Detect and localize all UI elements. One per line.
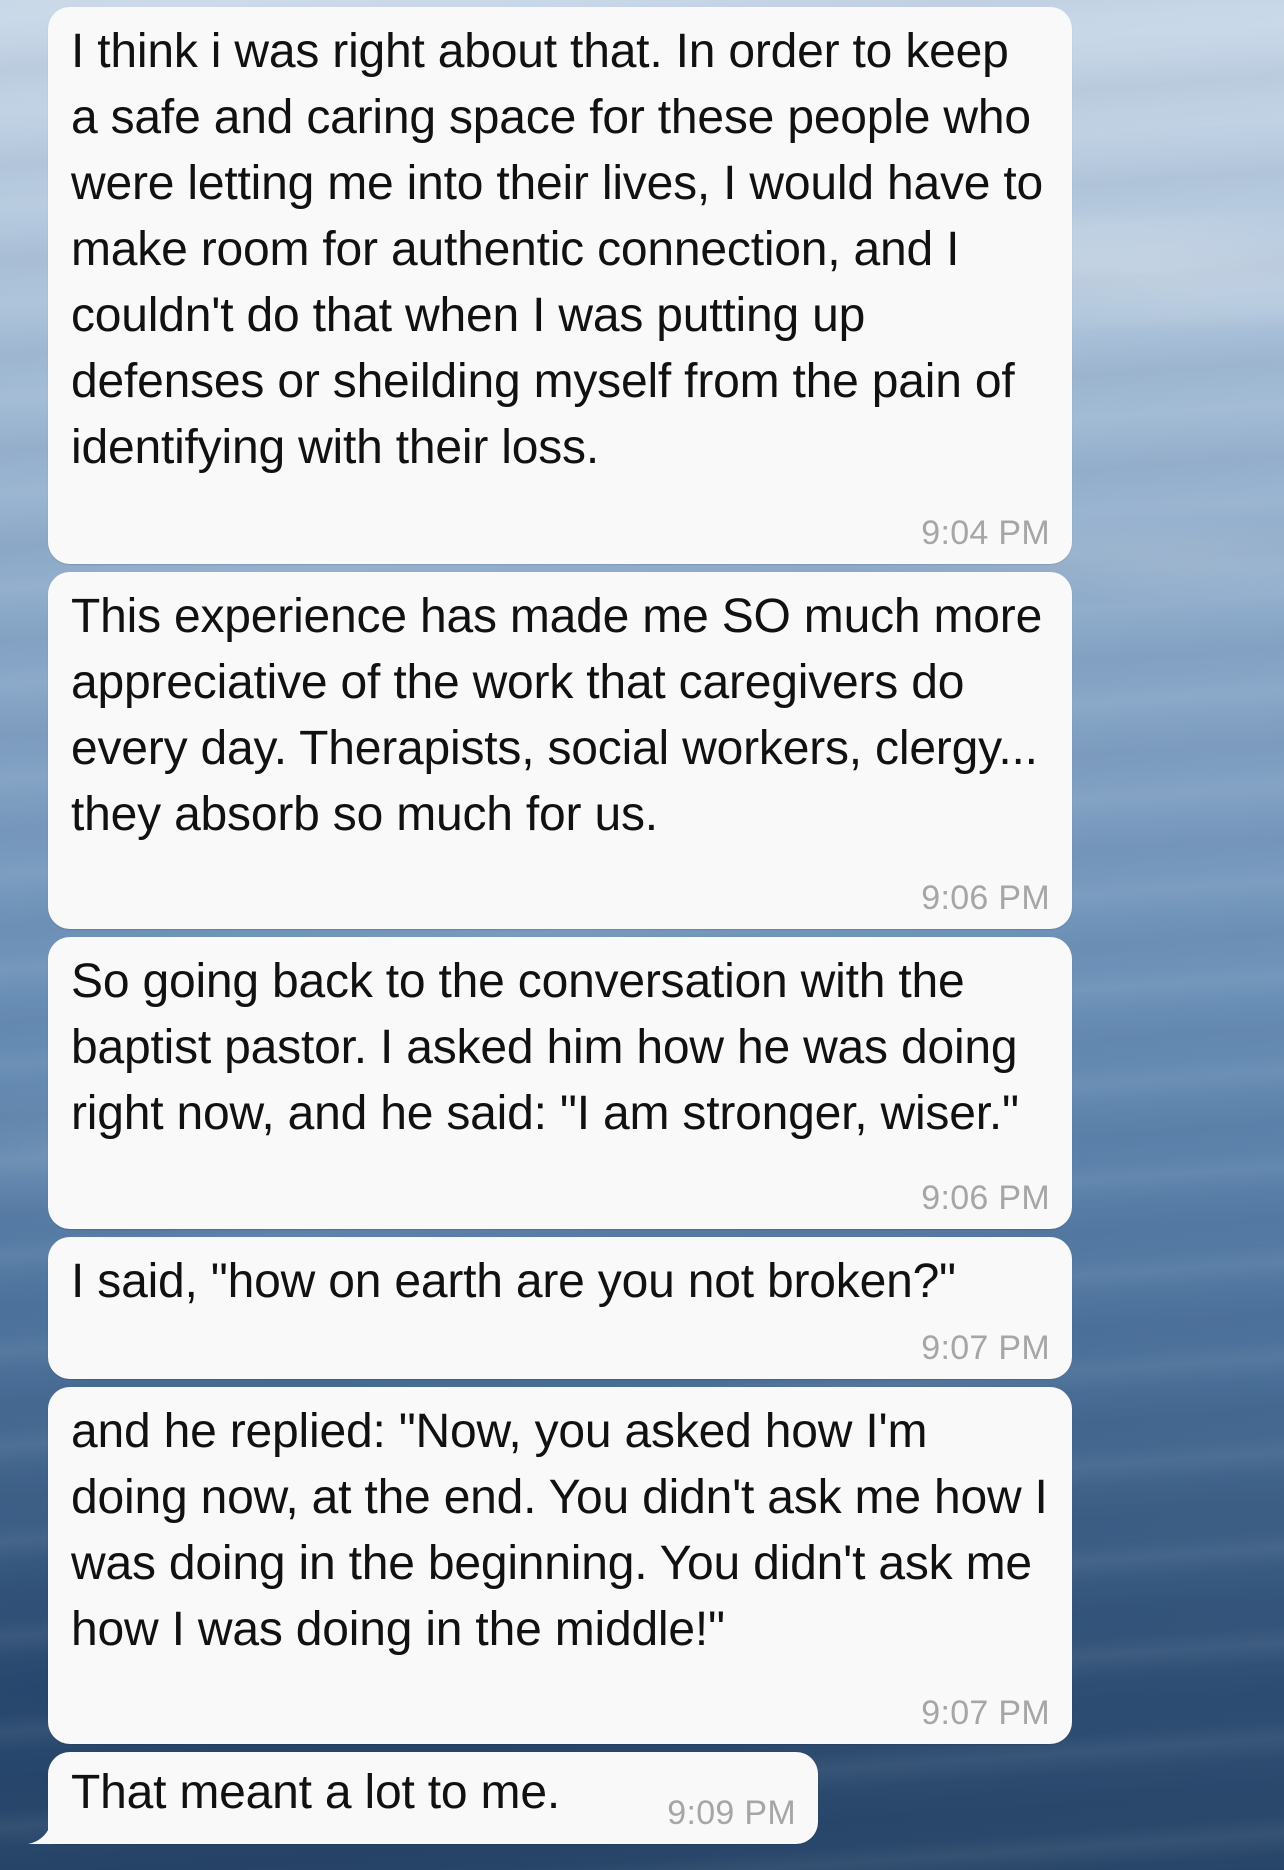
message-bubble[interactable]: I said, "how on earth are you not broken… xyxy=(48,1237,1072,1379)
message-bubble[interactable]: and he replied: "Now, you asked how I'm … xyxy=(48,1387,1072,1744)
message-timestamp: 9:09 PM xyxy=(667,1794,796,1832)
message-timestamp: 9:06 PM xyxy=(921,879,1050,917)
message-text: and he replied: "Now, you asked how I'm … xyxy=(71,1405,1048,1656)
message-timestamp: 9:07 PM xyxy=(921,1694,1050,1732)
message-timestamp: 9:04 PM xyxy=(921,514,1050,552)
message-timestamp: 9:07 PM xyxy=(921,1329,1050,1367)
bubble-tail-icon xyxy=(28,1812,62,1844)
message-text: This experience has made me SO much more… xyxy=(71,590,1043,841)
message-list[interactable]: I think i was right about that. In order… xyxy=(28,7,1072,1852)
message-bubble-last[interactable]: That meant a lot to me. 9:09 PM xyxy=(28,1752,818,1844)
message-text: I think i was right about that. In order… xyxy=(71,25,1044,474)
message-text: So going back to the conversation with t… xyxy=(71,955,1019,1140)
message-bubble[interactable]: I think i was right about that. In order… xyxy=(48,7,1072,564)
message-timestamp: 9:06 PM xyxy=(921,1179,1050,1217)
message-bubble[interactable]: This experience has made me SO much more… xyxy=(48,572,1072,929)
message-bubble[interactable]: So going back to the conversation with t… xyxy=(48,937,1072,1229)
message-text: I said, "how on earth are you not broken… xyxy=(71,1255,956,1308)
